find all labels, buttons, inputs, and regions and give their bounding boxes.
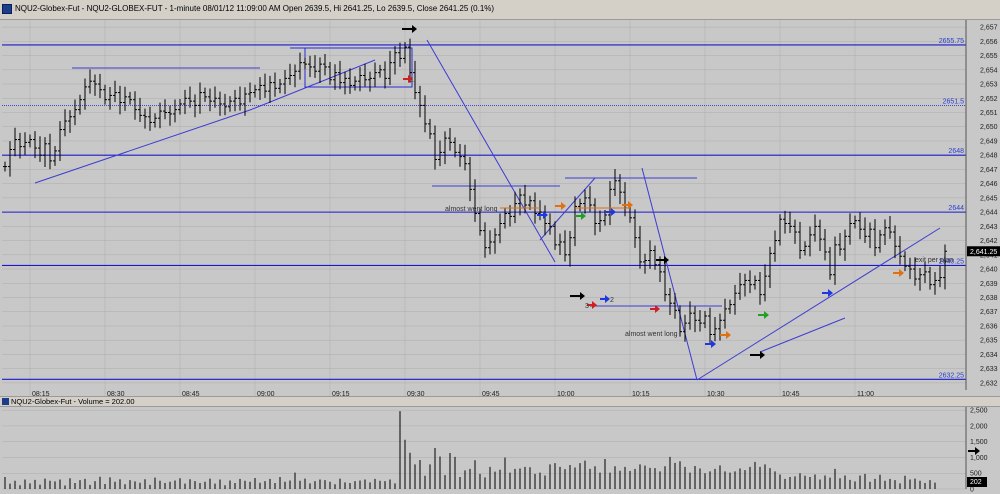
last-price-label: 2,641.25: [970, 249, 997, 256]
volume-title: NQU2-Globex-Fut - Volume = 202.00: [11, 397, 135, 406]
y-tick-label: 2,639: [980, 281, 998, 288]
y-tick-label: 500: [970, 471, 982, 478]
y-tick-label: 2,644: [980, 210, 998, 217]
y-tick-label: 2,635: [980, 338, 998, 345]
y-tick-label: 2,000: [970, 423, 988, 430]
y-tick-label: 2,646: [980, 181, 998, 188]
annotation-almost-went-long-1: almost went long: [445, 206, 498, 213]
y-tick-label: 2,500: [970, 408, 988, 415]
level-label: 2644: [948, 205, 964, 212]
y-tick-label: 2,651: [980, 110, 998, 117]
level-label: 2632.25: [939, 372, 964, 379]
price-panel: [2, 20, 966, 390]
marker-label-1: 1: [410, 77, 414, 84]
y-tick-label: 2,654: [980, 67, 998, 74]
y-tick-label: 2,632: [980, 380, 998, 387]
y-tick-label: 2,648: [980, 153, 998, 160]
y-tick-label: 2,656: [980, 39, 998, 46]
y-tick-label: 2,643: [980, 224, 998, 231]
y-tick-label: 2,645: [980, 195, 998, 202]
volume-panel: [2, 407, 966, 489]
y-tick-label: 2,640: [980, 267, 998, 274]
y-tick-label: 2,649: [980, 138, 998, 145]
y-tick-label: 2,652: [980, 96, 998, 103]
y-tick-label: 2,633: [980, 366, 998, 373]
volume-title-bar: NQU2-Globex-Fut - Volume = 202.00: [0, 396, 1000, 407]
y-tick-label: 1,000: [970, 455, 988, 462]
marker-label-3: 3: [585, 303, 589, 310]
volume-icon[interactable]: [2, 398, 9, 405]
chart-title: NQU2-Globex-Fut - NQU2-GLOBEX-FUT - 1-mi…: [15, 4, 495, 13]
y-tick-label: 0: [970, 487, 974, 494]
annotation-almost-went-long-2: almost went long: [625, 331, 678, 338]
y-tick-label: 2,655: [980, 53, 998, 60]
y-tick-label: 2,642: [980, 238, 998, 245]
y-tick-label: 2,636: [980, 323, 998, 330]
last-volume-label: 202: [970, 479, 982, 486]
level-label: 2655.75: [939, 38, 964, 45]
y-tick-label: 2,638: [980, 295, 998, 302]
y-tick-label: 2,634: [980, 352, 998, 359]
annotation-exit-per-plan: exit per plan: [915, 257, 953, 264]
chart-canvas: 2655.752651.5264826442640.252632.25 1 2 …: [0, 0, 1000, 494]
y-tick-label: 2,637: [980, 309, 998, 316]
marker-label-2: 2: [610, 297, 614, 304]
y-tick-label: 2,653: [980, 82, 998, 89]
level-label: 2648: [948, 148, 964, 155]
y-tick-label: 2,650: [980, 124, 998, 131]
y-tick-label: 2,647: [980, 167, 998, 174]
level-label: 2651.5: [943, 98, 965, 105]
y-tick-label: 2,657: [980, 25, 998, 32]
chart-icon[interactable]: [2, 4, 12, 14]
y-tick-label: 1,500: [970, 439, 988, 446]
chart-title-bar: NQU2-Globex-Fut - NQU2-GLOBEX-FUT - 1-mi…: [0, 0, 1000, 20]
